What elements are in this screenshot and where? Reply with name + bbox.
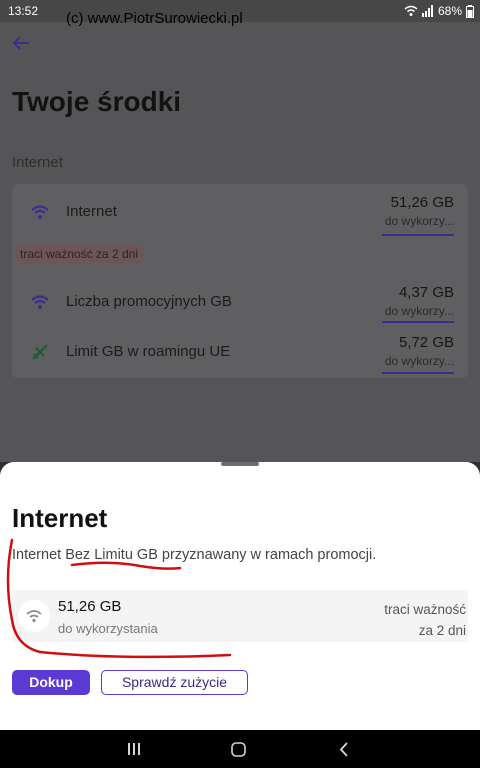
wifi-icon	[18, 600, 50, 632]
wifi-icon	[31, 295, 49, 309]
usage-value: 51,26 GB	[58, 598, 122, 615]
resource-sub: do wykorzy...	[384, 214, 454, 228]
recent-apps-icon[interactable]	[127, 743, 141, 755]
resource-sub: do wykorzy...	[384, 304, 454, 318]
resource-row-promo[interactable]: Liczba promocyjnych GB 4,37 GB do wykorz…	[12, 274, 468, 324]
resource-label: Limit GB w roamingu UE	[66, 343, 231, 360]
system-nav-bar	[0, 730, 480, 768]
home-icon[interactable]	[231, 742, 246, 757]
usage-sub: do wykorzystania	[58, 621, 158, 636]
expiry-badge: traci ważność za 2 dni	[14, 244, 145, 264]
resource-label: Liczba promocyjnych GB	[66, 293, 232, 310]
resource-row-roaming[interactable]: Limit GB w roamingu UE 5,72 GB do wykorz…	[12, 324, 468, 378]
expiry-line-1: traci ważność	[384, 602, 466, 617]
signal-icon	[421, 5, 433, 17]
bottom-sheet: Internet Internet Bez Limitu GB przyznaw…	[0, 462, 480, 730]
resource-sub: do wykorzy...	[384, 354, 454, 368]
resource-value: 5,72 GB	[398, 334, 454, 351]
back-icon[interactable]	[339, 742, 349, 757]
sheet-title: Internet	[12, 503, 108, 533]
usage-expiry: traci ważność za 2 dni	[384, 599, 466, 641]
resource-value: 4,37 GB	[398, 284, 454, 301]
status-time: 13:52	[8, 4, 39, 18]
sheet-description: Internet Bez Limitu GB przyznawany w ram…	[12, 547, 377, 563]
page-title: Twoje środki	[12, 86, 182, 117]
battery-icon	[466, 4, 474, 18]
resources-card: Internet 51,26 GB do wykorzy... Liczba p…	[12, 184, 468, 378]
sheet-drag-handle[interactable]	[221, 462, 259, 466]
resource-value: 51,26 GB	[390, 194, 454, 211]
section-label: Internet	[12, 154, 63, 171]
back-arrow-icon[interactable]	[10, 32, 36, 58]
check-usage-button[interactable]: Sprawdź zużycie	[101, 670, 248, 695]
plane-icon	[32, 344, 48, 360]
usage-underline	[382, 321, 454, 323]
resource-label: Internet	[66, 203, 117, 220]
usage-underline	[382, 372, 454, 374]
wifi-icon	[31, 205, 49, 219]
battery-percent: 68%	[437, 4, 462, 18]
topup-button[interactable]: Dokup	[12, 670, 90, 695]
background-page: Twoje środki Internet Internet 51,26 GB …	[0, 22, 480, 462]
expiry-line-2: za 2 dni	[418, 623, 466, 638]
watermark: (c) www.PiotrSurowiecki.pl	[66, 10, 243, 27]
wifi-icon	[404, 5, 418, 16]
usage-row: 51,26 GB do wykorzystania traci ważność …	[12, 590, 468, 642]
usage-underline	[382, 234, 454, 236]
status-icons: 68%	[404, 4, 474, 18]
resource-row-internet[interactable]: Internet 51,26 GB do wykorzy...	[12, 184, 468, 238]
